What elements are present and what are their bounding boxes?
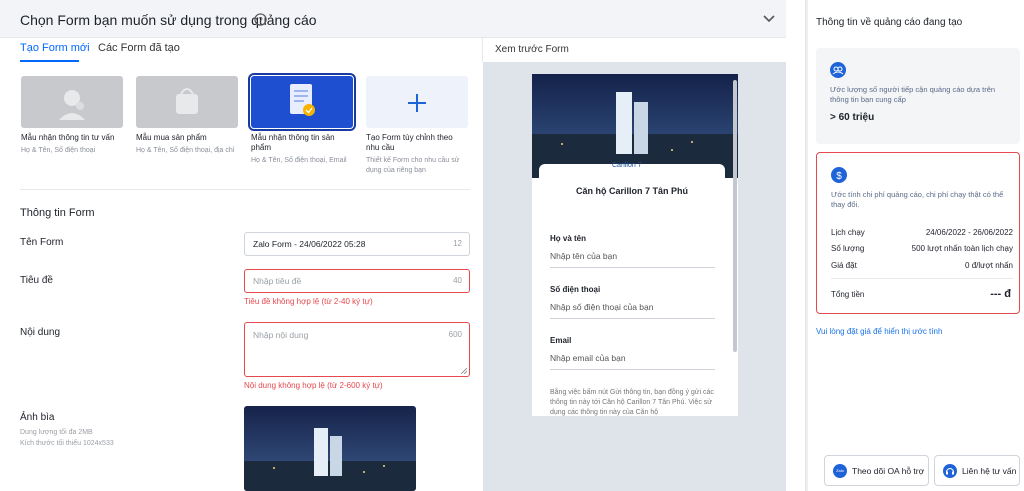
field-label: Họ và tên	[550, 234, 587, 243]
row-label: Giá đặt	[831, 261, 857, 270]
cover-size-hint: Dung lượng tối đa 2MB	[20, 429, 93, 436]
template-custom[interactable]: Tạo Form tùy chỉnh theo nhu cầu Thiết kế…	[366, 76, 468, 176]
template-title: Mẫu nhận thông tin tư vấn	[21, 133, 115, 142]
follow-oa-label: Theo dõi OA hỗ trợ	[852, 466, 925, 476]
building-image	[244, 406, 416, 491]
form-name-value: Zalo Form - 24/06/2022 05:28	[253, 239, 366, 249]
cost-row: Số lượng 500 lượt nhấn toàn lịch chạy	[831, 244, 1013, 253]
template-product-info[interactable]: Mẫu nhận thông tin sản phẩm Họ & Tên, Số…	[248, 73, 356, 166]
char-counter: 12	[453, 239, 462, 248]
set-price-hint-link[interactable]: Vui lòng đặt giá để hiển thị ước tính	[816, 327, 942, 336]
template-sub: Họ & Tên, Số điện thoại, Email	[251, 157, 347, 164]
template-purchase[interactable]: Mẫu mua sản phẩm Họ & Tên, Số điện thoại…	[136, 76, 238, 156]
svg-text:$: $	[836, 171, 842, 182]
cost-description: Ước tính chi phí quảng cáo, chi phí chạy…	[831, 190, 1004, 209]
title-label: Tiêu đề	[20, 275, 53, 286]
title-error: Tiêu đề không hợp lệ (từ 2-40 ký tự)	[244, 297, 373, 306]
consent-note: Bằng việc bấm nút Gửi thông tin, bạn đồn…	[550, 389, 714, 416]
content-textarea[interactable]: Nhập nội dung 600	[244, 322, 470, 377]
reach-value: > 60 triệu	[830, 112, 875, 123]
help-icon[interactable]: ?	[254, 13, 267, 26]
content-placeholder: Nhập nội dung	[253, 330, 309, 340]
row-value: 0 đ/lượt nhấn	[965, 261, 1013, 270]
row-value: 24/06/2022 - 26/06/2022	[925, 228, 1013, 237]
template-sub: Họ & Tên, Số điện thoại	[21, 147, 96, 154]
total-label: Tổng tiền	[831, 290, 865, 299]
template-thumb	[136, 76, 238, 128]
divider	[831, 278, 1013, 279]
template-consult[interactable]: Mẫu nhận thông tin tư vấn Họ & Tên, Số đ…	[21, 76, 123, 156]
plus-icon	[408, 94, 426, 112]
audience-icon	[830, 62, 846, 78]
cost-row: Giá đặt 0 đ/lượt nhấn	[831, 261, 1013, 270]
field-underline	[550, 318, 715, 319]
total-value: --- đ	[990, 288, 1011, 300]
brand-logo: Carillon 7	[612, 162, 642, 169]
section-title: Thông tin Form	[20, 207, 95, 219]
form-tabs: Tạo Form mới Các Form đã tạo	[0, 38, 482, 62]
field-label: Email	[550, 336, 572, 345]
divider	[20, 189, 470, 190]
active-tab-indicator	[20, 60, 79, 62]
phone-field[interactable]: Nhập số điện thoại của bạn	[550, 302, 654, 312]
reach-card: Ước lượng số người tiếp cận quảng cáo dự…	[816, 48, 1020, 144]
ad-summary-sidebar: Thông tin về quảng cáo đang tạo Ước lượn…	[808, 0, 1024, 491]
cost-row: Lịch chạy 24/06/2022 - 26/06/2022	[831, 228, 1013, 237]
title-placeholder: Nhập tiêu đề	[253, 276, 302, 286]
preview-header: Xem trước Form	[482, 38, 786, 62]
cover-label: Ảnh bìa	[20, 412, 55, 423]
reach-description: Ước lượng số người tiếp cận quảng cáo dự…	[830, 85, 996, 104]
char-counter: 40	[453, 276, 462, 285]
preview-label: Xem trước Form	[495, 44, 569, 55]
contact-label: Liên hệ tư vấn	[962, 466, 1017, 476]
template-title: Mẫu nhận thông tin sản phẩm	[251, 133, 335, 152]
svg-text:?: ?	[258, 15, 263, 25]
template-title: Tạo Form tùy chỉnh theo nhu cầu	[366, 133, 453, 152]
template-thumb-selected	[248, 73, 356, 131]
template-sub: Họ & Tên, Số điện thoại, địa chỉ	[136, 147, 235, 154]
row-value: 500 lượt nhấn toàn lịch chạy	[911, 244, 1013, 253]
form-name-label: Tên Form	[20, 237, 64, 248]
content-error: Nội dung không hợp lệ (từ 2-600 ký tự)	[244, 381, 383, 390]
cover-dimension-hint: Kích thước tối thiểu 1024x533	[20, 440, 114, 447]
cost-card: $ Ước tính chi phí quảng cáo, chi phí ch…	[816, 152, 1020, 314]
template-thumb	[21, 76, 123, 128]
content-label: Nội dung	[20, 327, 61, 338]
form-title: Căn hộ Carillon 7 Tân Phú	[575, 186, 688, 196]
person-icon	[59, 90, 85, 120]
field-underline	[550, 369, 715, 370]
dollar-icon: $	[831, 167, 847, 183]
name-field[interactable]: Nhập tên của bạn	[550, 251, 617, 261]
field-label: Số điện thoại	[550, 285, 601, 294]
tab-new-form[interactable]: Tạo Form mới	[20, 42, 90, 54]
chevron-down-icon[interactable]	[762, 14, 776, 24]
form-name-input[interactable]: Zalo Form - 24/06/2022 05:28 12	[244, 232, 470, 256]
header-title: Chọn Form bạn muốn sử dụng trong quảng c…	[20, 12, 317, 28]
row-label: Số lượng	[831, 244, 865, 253]
sidebar-title: Thông tin về quảng cáo đang tạo	[816, 17, 963, 28]
tab-created-forms[interactable]: Các Form đã tạo	[98, 42, 180, 54]
template-title: Mẫu mua sản phẩm	[136, 133, 207, 142]
phone-preview: Carillon 7 Căn hộ Carillon 7 Tân Phú Họ …	[532, 74, 738, 416]
char-counter: 600	[448, 330, 462, 339]
contact-button[interactable]: Liên hệ tư vấn	[934, 455, 1020, 486]
form-builder-panel: Chọn Form bạn muốn sử dụng trong quảng c…	[0, 0, 806, 491]
choose-form-header[interactable]: Chọn Form bạn muốn sử dụng trong quảng c…	[0, 0, 786, 38]
zalo-icon: Zalo	[833, 464, 847, 478]
template-sub: Thiết kế Form cho nhu cầu sử dụng của ri…	[366, 157, 460, 174]
email-field[interactable]: Nhập email của bạn	[550, 353, 626, 363]
document-check-icon	[290, 84, 315, 116]
preview-scrollbar[interactable]	[733, 80, 737, 352]
title-input[interactable]: Nhập tiêu đề 40	[244, 269, 470, 293]
row-label: Lịch chạy	[831, 228, 865, 237]
resize-handle-icon[interactable]	[461, 368, 467, 374]
follow-oa-button[interactable]: Zalo Theo dõi OA hỗ trợ	[824, 455, 929, 486]
bag-icon	[176, 88, 198, 114]
headset-icon	[943, 464, 957, 478]
cover-image[interactable]	[244, 406, 416, 491]
template-thumb	[366, 76, 468, 128]
field-underline	[550, 267, 715, 268]
